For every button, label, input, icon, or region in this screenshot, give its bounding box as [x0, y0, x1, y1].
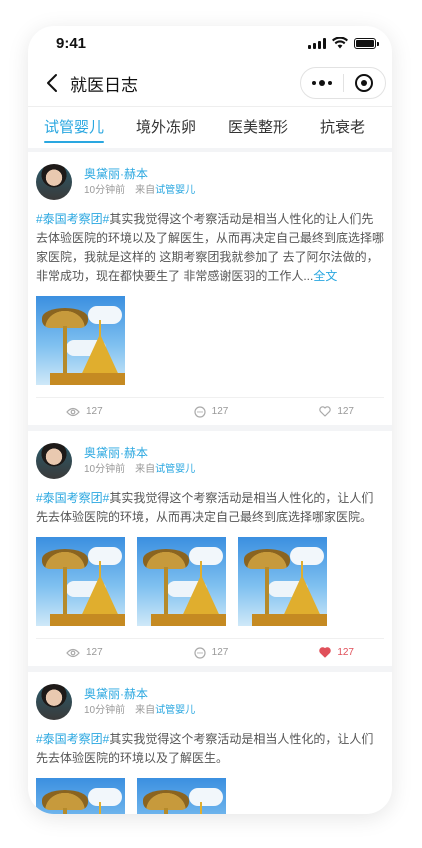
post-header: 奥黛丽·赫本 10分钟前 来自试管婴儿	[36, 441, 384, 481]
post-author-block: 奥黛丽·赫本 10分钟前 来自试管婴儿	[84, 166, 195, 199]
post-meta: 10分钟前 来自试管婴儿	[84, 703, 195, 719]
like-button[interactable]: 127	[319, 406, 354, 417]
tab-anti-aging[interactable]: 抗衰老	[320, 107, 365, 148]
nav-bar: 就医日志	[28, 60, 392, 106]
comment-icon	[194, 646, 206, 659]
post-source[interactable]: 试管婴儿	[155, 464, 195, 475]
view-count-value: 127	[86, 406, 103, 417]
author-name[interactable]: 奥黛丽·赫本	[84, 686, 195, 703]
close-button[interactable]	[344, 68, 386, 98]
from-label: 来自	[135, 463, 156, 475]
close-target-icon	[355, 74, 374, 92]
signal-icon	[308, 37, 326, 49]
post-actions: 127 127 127	[36, 638, 384, 666]
author-name[interactable]: 奥黛丽·赫本	[84, 445, 195, 462]
post-photo[interactable]	[36, 296, 125, 385]
comment-icon	[194, 405, 206, 418]
battery-icon	[354, 37, 379, 49]
tab-ivf[interactable]: 试管婴儿	[44, 107, 105, 148]
post-images	[36, 778, 384, 814]
feed-list: 奥黛丽·赫本 10分钟前 来自试管婴儿 #泰国考察团#其实我觉得这个考察活动是相当…	[28, 148, 392, 814]
from-label: 来自	[135, 184, 156, 196]
eye-icon	[66, 407, 80, 416]
post-meta: 10分钟前 来自试管婴儿	[84, 183, 195, 199]
post-photo[interactable]	[36, 537, 125, 626]
mini-program-capsule	[300, 67, 386, 99]
more-button[interactable]	[301, 68, 343, 98]
topic-tag[interactable]: #泰国考察团#	[36, 212, 109, 226]
avatar[interactable]	[36, 684, 72, 720]
post-photo[interactable]	[36, 778, 125, 814]
post-images	[36, 296, 384, 385]
post-time: 10分钟前	[84, 704, 126, 716]
like-count: 127	[337, 406, 354, 417]
phone-frame: 9:41 就医日志 试管婴儿 境外冻卵 医美整形 抗衰老 奥黛丽·赫本 10分钟…	[28, 26, 392, 814]
post-text: #泰国考察团#其实我觉得这个考察活动是相当人性化的，让人们先去体验医院的环境，从…	[36, 489, 384, 527]
post-photo[interactable]	[238, 537, 327, 626]
post-author-block: 奥黛丽·赫本 10分钟前 来自试管婴儿	[84, 445, 195, 478]
comment-button[interactable]: 127	[194, 646, 229, 659]
post-time: 10分钟前	[84, 184, 126, 196]
post-text: #泰国考察团#其实我觉得这个考察活动是相当人性化的让人们先去体验医院的环境以及了…	[36, 210, 384, 286]
tab-cosmetic[interactable]: 医美整形	[228, 107, 288, 148]
post-card[interactable]: 奥黛丽·赫本 10分钟前 来自试管婴儿 #泰国考察团#其实我觉得这个考察活动是相当…	[28, 431, 392, 666]
wifi-icon	[332, 37, 348, 49]
heart-icon	[319, 647, 332, 658]
author-name[interactable]: 奥黛丽·赫本	[84, 166, 195, 183]
post-header: 奥黛丽·赫本 10分钟前 来自试管婴儿	[36, 682, 384, 722]
comment-button[interactable]: 127	[194, 405, 229, 418]
post-source[interactable]: 试管婴儿	[155, 185, 195, 196]
status-icons	[308, 37, 379, 49]
status-time: 9:41	[56, 34, 87, 52]
post-card[interactable]: 奥黛丽·赫本 10分钟前 来自试管婴儿 #泰国考察团#其实我觉得这个考察活动是相当…	[28, 152, 392, 425]
more-dots-icon	[311, 80, 332, 86]
comment-count: 127	[211, 647, 229, 658]
post-card[interactable]: 奥黛丽·赫本 10分钟前 来自试管婴儿 #泰国考察团#其实我觉得这个考察活动是相当…	[28, 672, 392, 814]
view-count: 127	[66, 406, 103, 417]
post-images	[36, 537, 384, 626]
post-text: #泰国考察团#其实我觉得这个考察活动是相当人性化的，让人们先去体验医院的环境以及…	[36, 730, 384, 768]
avatar[interactable]	[36, 164, 72, 200]
eye-icon	[66, 648, 80, 657]
post-header: 奥黛丽·赫本 10分钟前 来自试管婴儿	[36, 162, 384, 202]
page-title: 就医日志	[70, 75, 138, 95]
topic-tag[interactable]: #泰国考察团#	[36, 491, 109, 505]
from-label: 来自	[135, 704, 156, 716]
category-tabs: 试管婴儿 境外冻卵 医美整形 抗衰老	[28, 106, 392, 148]
heart-icon	[319, 406, 332, 417]
post-author-block: 奥黛丽·赫本 10分钟前 来自试管婴儿	[84, 686, 195, 719]
like-button[interactable]: 127	[319, 647, 354, 658]
tab-egg-freezing[interactable]: 境外冻卵	[136, 107, 196, 148]
post-meta: 10分钟前 来自试管婴儿	[84, 462, 195, 478]
like-count: 127	[337, 647, 354, 658]
post-time: 10分钟前	[84, 463, 126, 475]
back-button[interactable]	[36, 67, 68, 99]
read-more-link[interactable]: 全文	[313, 269, 337, 283]
view-count-value: 127	[86, 647, 103, 658]
post-actions: 127 127 127	[36, 397, 384, 425]
post-photo[interactable]	[137, 537, 226, 626]
avatar[interactable]	[36, 443, 72, 479]
post-source[interactable]: 试管婴儿	[155, 705, 195, 716]
view-count: 127	[66, 647, 103, 658]
topic-tag[interactable]: #泰国考察团#	[36, 732, 109, 746]
comment-count: 127	[211, 406, 229, 417]
status-bar: 9:41	[28, 26, 392, 60]
back-arrow-icon	[47, 74, 57, 92]
post-photo[interactable]	[137, 778, 226, 814]
